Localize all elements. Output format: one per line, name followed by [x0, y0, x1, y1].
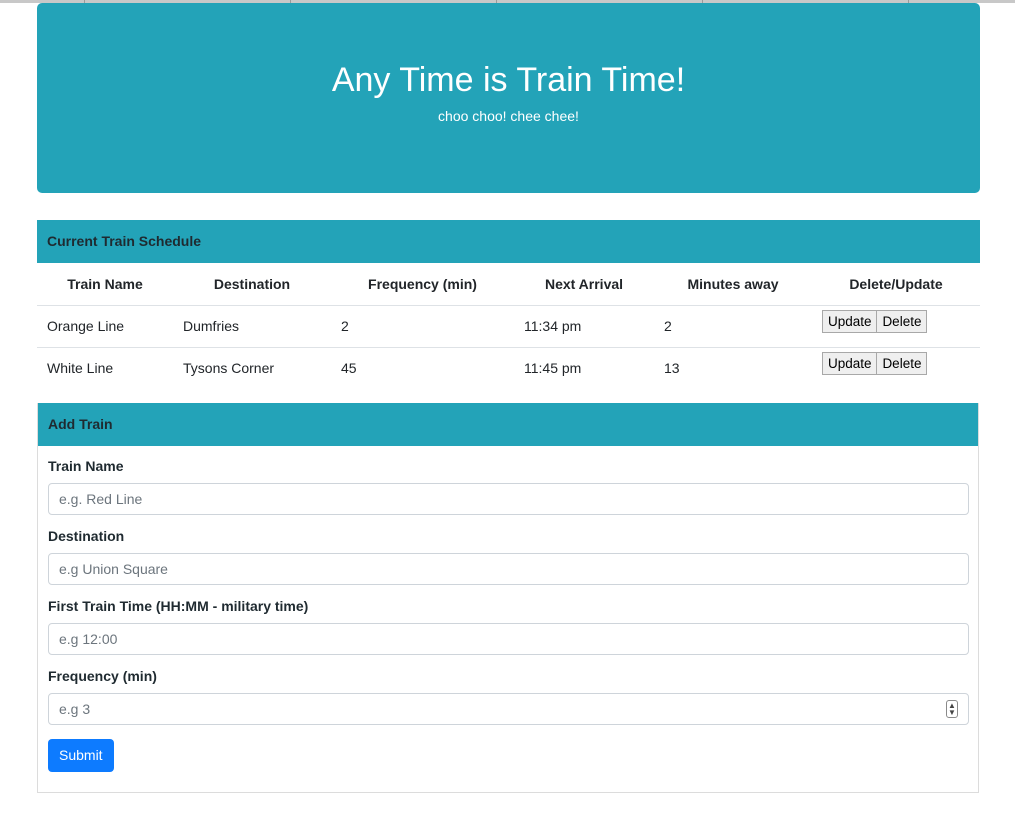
destination-group: Destination e.g Union Square	[48, 528, 969, 585]
column-destination: Destination	[173, 263, 331, 306]
cell-actions: Update Delete	[812, 305, 980, 348]
first-train-time-group: First Train Time (HH:MM - military time)…	[48, 598, 969, 655]
cell-destination: Dumfries	[173, 305, 331, 348]
page-subtitle: choo choo! chee chee!	[438, 108, 579, 124]
cell-frequency: 2	[331, 305, 514, 348]
page-title: Any Time is Train Time!	[331, 61, 686, 99]
train-name-placeholder: e.g. Red Line	[59, 491, 143, 507]
frequency-placeholder: e.g 3	[59, 701, 91, 717]
number-stepper-icon[interactable]: ▲ ▼	[946, 700, 958, 718]
cell-train-name: White Line	[47, 360, 114, 377]
update-button[interactable]: Update	[822, 309, 878, 333]
frequency-label: Frequency (min)	[48, 668, 157, 684]
cell-next-arrival: 11:45 pm	[524, 360, 582, 377]
table-header-row: Train Name Destination Frequency (min) N…	[37, 263, 980, 306]
cell-frequency: 45	[341, 360, 357, 377]
cell-train-name: Orange Line	[37, 305, 173, 348]
column-frequency: Frequency (min)	[331, 263, 514, 306]
column-delete-update: Delete/Update	[812, 263, 980, 306]
delete-button[interactable]: Delete	[876, 309, 928, 333]
frequency-input[interactable]: e.g 3 ▲ ▼	[48, 693, 969, 725]
column-train-name: Train Name	[37, 263, 173, 306]
cell-destination: Tysons Corner	[183, 360, 275, 377]
add-train-heading: Add Train	[38, 403, 978, 446]
table-row: Orange Line Dumfries 2 11:34 pm 2 Update…	[37, 305, 980, 348]
add-train-card: Add Train Train Name e.g. Red Line Desti…	[37, 403, 979, 793]
column-minutes-away: Minutes away	[654, 263, 812, 306]
first-train-time-placeholder: e.g 12:00	[59, 631, 118, 647]
table-row: White Line Tysons Corner 45 11:45 pm 13 …	[37, 347, 980, 389]
first-train-time-input[interactable]: e.g 12:00	[48, 623, 969, 655]
train-name-group: Train Name e.g. Red Line	[48, 458, 969, 515]
cell-next-arrival: 11:34 pm	[514, 305, 654, 348]
delete-button[interactable]: Delete	[876, 351, 928, 375]
destination-input[interactable]: e.g Union Square	[48, 553, 969, 585]
train-name-label: Train Name	[48, 458, 124, 474]
column-next-arrival: Next Arrival	[514, 263, 654, 306]
update-button[interactable]: Update	[822, 351, 878, 375]
submit-button[interactable]: Submit	[48, 739, 114, 772]
cell-minutes-away: 13	[664, 360, 680, 377]
cell-actions: Update Delete	[812, 347, 980, 389]
destination-label: Destination	[48, 528, 125, 544]
train-name-input[interactable]: e.g. Red Line	[48, 483, 969, 515]
schedule-table: Train Name Destination Frequency (min) N…	[37, 263, 980, 389]
destination-placeholder: e.g Union Square	[59, 561, 168, 577]
frequency-group: Frequency (min) e.g 3 ▲ ▼	[48, 668, 969, 725]
cell-minutes-away: 2	[654, 305, 812, 348]
train-schedule-card: Current Train Schedule Train Name Destin…	[37, 220, 980, 390]
first-train-time-label: First Train Time (HH:MM - military time)	[48, 598, 309, 614]
schedule-heading: Current Train Schedule	[37, 220, 980, 263]
header-banner: Any Time is Train Time! choo choo! chee …	[37, 3, 980, 193]
add-train-form: Train Name e.g. Red Line Destination e.g…	[38, 458, 978, 772]
